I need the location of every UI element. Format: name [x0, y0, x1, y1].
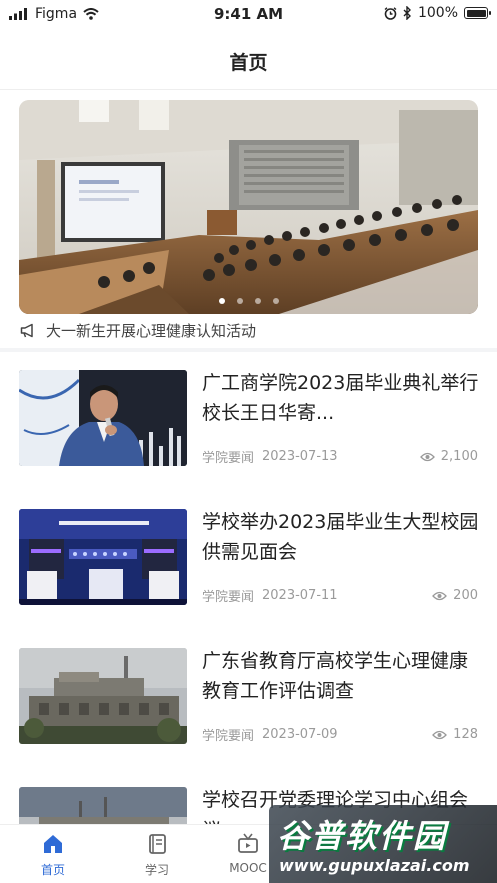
carousel-dot[interactable] — [218, 298, 225, 304]
status-right: 100% — [384, 5, 491, 21]
notice-bar[interactable]: 大一新生开展心理健康认知活动 — [20, 320, 256, 341]
home-icon — [44, 835, 62, 853]
carousel-dot[interactable] — [272, 298, 279, 304]
status-bar: Figma 9:41 AM 100% — [0, 0, 497, 30]
tab-label: MOOC — [229, 861, 267, 875]
news-meta: 学院要闻 2023-07-11 200 — [202, 586, 478, 605]
tv-icon — [238, 833, 258, 853]
view-count-value: 200 — [453, 588, 478, 603]
book-icon — [149, 834, 166, 854]
page-title: 首页 — [229, 52, 268, 74]
eye-icon — [419, 452, 435, 461]
news-meta: 学院要闻 2023-07-13 2,100 — [202, 447, 478, 466]
news-date: 2023-07-13 — [262, 449, 338, 464]
building-photo — [19, 787, 187, 824]
news-date: 2023-07-11 — [262, 588, 338, 603]
battery-fill — [466, 9, 486, 17]
speaker-photo — [19, 370, 187, 466]
eye-icon — [432, 730, 448, 739]
watermark-title: 谷普软件园 — [277, 817, 448, 855]
banner-section: 大一新生开展心理健康认知活动 — [0, 90, 497, 348]
news-list: 广工商学院2023届毕业典礼举行校长王日华寄... 学院要闻 2023-07-1… — [0, 352, 497, 824]
news-thumbnail — [19, 370, 187, 466]
news-item[interactable]: 广东省教育厅高校学生心理健康教育工作评估调查 学院要闻 2023-07-09 1… — [0, 630, 497, 768]
carousel-dot[interactable] — [254, 298, 261, 304]
news-date: 2023-07-09 — [262, 727, 338, 742]
banner-carousel[interactable] — [19, 100, 478, 314]
bluetooth-icon — [403, 6, 411, 20]
news-thumbnail — [19, 648, 187, 744]
news-meta: 学院要闻 2023-07-09 128 — [202, 725, 478, 744]
eye-icon — [432, 591, 448, 600]
tab-home[interactable]: 首页 — [18, 831, 88, 878]
alarm-icon — [384, 6, 397, 20]
carousel-indicator[interactable] — [19, 298, 478, 304]
building-photo — [19, 648, 187, 744]
view-count-value: 2,100 — [440, 449, 478, 464]
watermark-logo: 谷普软件园 www.gupuxlazai.com — [269, 805, 497, 883]
news-thumbnail — [19, 787, 187, 824]
battery-percent: 100% — [417, 5, 458, 21]
megaphone-icon — [20, 323, 33, 338]
news-item[interactable]: 学校举办2023届毕业生大型校园供需见面会 学院要闻 2023-07-11 20… — [0, 491, 497, 629]
tab-label: 首页 — [40, 863, 65, 877]
tab-study[interactable]: 学习 — [122, 831, 192, 878]
navigation-bar: 首页 — [0, 30, 497, 90]
watermark-url: www.gupuxlazai.com — [279, 856, 470, 875]
carousel-dot[interactable] — [236, 298, 243, 304]
news-category: 学院要闻 — [202, 729, 255, 744]
news-title: 学校举办2023届毕业生大型校园供需见面会 — [202, 511, 479, 563]
view-count: 128 — [432, 727, 478, 742]
notice-text: 大一新生开展心理健康认知活动 — [46, 322, 257, 340]
view-count: 2,100 — [419, 449, 478, 464]
news-title: 广东省教育厅高校学生心理健康教育工作评估调查 — [202, 650, 469, 702]
news-thumbnail — [19, 509, 187, 605]
news-category: 学院要闻 — [202, 451, 255, 466]
lecture-hall-photo — [19, 100, 478, 314]
news-title: 广工商学院2023届毕业典礼举行校长王日华寄... — [202, 372, 479, 424]
stage-photo — [19, 509, 187, 605]
battery-icon — [464, 7, 491, 19]
news-category: 学院要闻 — [202, 590, 255, 605]
view-count: 200 — [432, 588, 478, 603]
news-item[interactable]: 广工商学院2023届毕业典礼举行校长王日华寄... 学院要闻 2023-07-1… — [0, 352, 497, 490]
tab-label: 学习 — [144, 863, 169, 877]
view-count-value: 128 — [453, 727, 478, 742]
